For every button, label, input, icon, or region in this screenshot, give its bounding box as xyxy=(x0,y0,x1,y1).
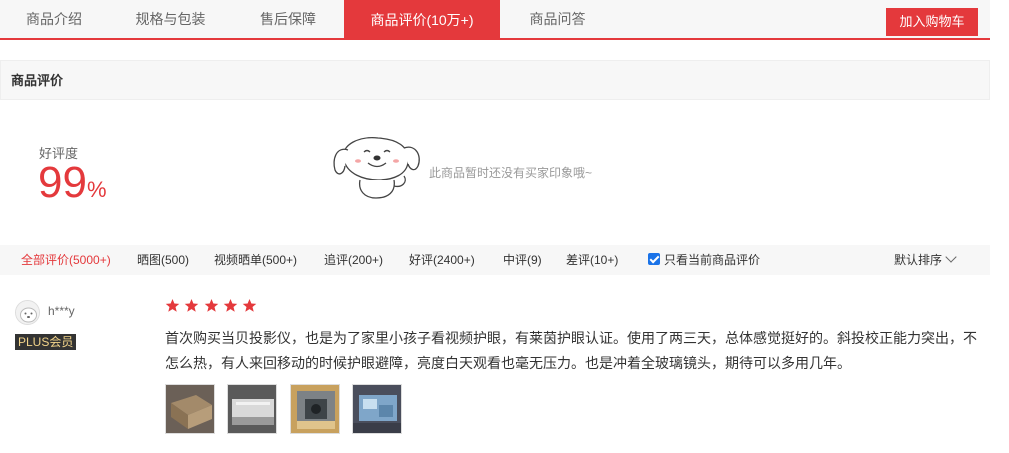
tab-product-intro[interactable]: 商品介绍 xyxy=(0,0,108,38)
star-icon xyxy=(185,298,199,312)
tab-specs-packaging[interactable]: 规格与包装 xyxy=(108,0,233,38)
review-photo-thumbnail[interactable] xyxy=(352,384,403,434)
star-rating xyxy=(165,298,258,314)
tab-after-sales[interactable]: 售后保障 xyxy=(233,0,343,38)
checkbox-checked-icon[interactable] xyxy=(648,253,660,265)
filter-negative[interactable]: 差评(10+) xyxy=(566,245,618,275)
avatar xyxy=(15,300,40,325)
sort-label: 默认排序 xyxy=(894,253,943,267)
review-content: 首次购买当贝投影仪，也是为了家里小孩子看视频护眼，有莱茵护眼认证。使用了两三天，… xyxy=(165,330,977,371)
review-photo-thumbnail[interactable] xyxy=(289,384,340,434)
star-icon xyxy=(204,298,218,312)
only-current-product-toggle[interactable]: 只看当前商品评价 xyxy=(648,245,760,275)
plus-member-badge: PLUS会员 xyxy=(15,334,77,350)
filter-all-reviews[interactable]: 全部评价(5000+) xyxy=(21,245,111,275)
mascot-dog-icon xyxy=(330,130,425,205)
filter-positive[interactable]: 好评(2400+) xyxy=(409,245,475,275)
tab-product-reviews[interactable]: 商品评价(10万+) xyxy=(344,0,500,40)
only-current-label: 只看当前商品评价 xyxy=(664,253,761,267)
product-tab-bar: 商品介绍 规格与包装 售后保障 商品评价(10万+) 商品问答 加入购物车 xyxy=(0,0,990,40)
rate-percent-sign: % xyxy=(86,177,107,202)
positive-rate-value: 99% xyxy=(38,160,107,213)
filter-neutral[interactable]: 中评(9) xyxy=(503,245,542,275)
tab-product-qa[interactable]: 商品问答 xyxy=(500,0,615,38)
add-to-cart-button[interactable]: 加入购物车 xyxy=(886,8,978,36)
sort-dropdown[interactable]: 默认排序 xyxy=(894,245,957,275)
filter-video-reviews[interactable]: 视频晒单(500+) xyxy=(214,245,297,275)
filter-follow-up[interactable]: 追评(200+) xyxy=(324,245,383,275)
review-photos xyxy=(165,384,411,436)
review-filter-bar: 全部评价(5000+) 晒图(500) 视频晒单(500+) 追评(200+) … xyxy=(0,245,990,275)
section-title: 商品评价 xyxy=(0,60,990,100)
chevron-down-icon xyxy=(945,251,957,263)
no-impression-text: 此商品暂时还没有买家印象哦~ xyxy=(429,166,593,180)
review-photo-thumbnail[interactable] xyxy=(227,384,278,434)
filter-with-photos[interactable]: 晒图(500) xyxy=(137,245,189,275)
review-photo-thumbnail[interactable] xyxy=(165,384,215,434)
rate-number: 99 xyxy=(38,158,87,207)
reviewer-username: h***y xyxy=(48,304,75,318)
star-icon xyxy=(165,298,180,312)
star-icon xyxy=(223,298,238,312)
star-icon xyxy=(243,298,257,312)
